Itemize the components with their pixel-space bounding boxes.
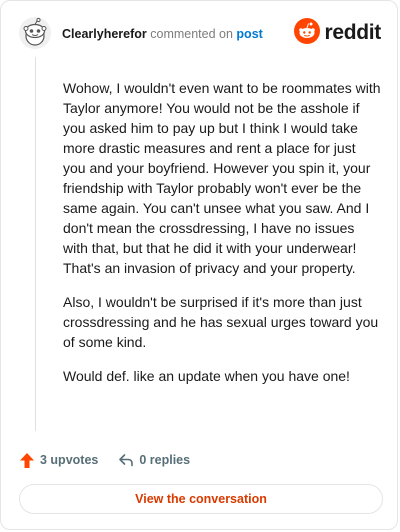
- comment-actions: 3 upvotes 0 replies: [19, 450, 190, 470]
- author-line: Clearlyherefor commented on post: [62, 26, 263, 42]
- upvotes-count: 3 upvotes: [40, 453, 99, 467]
- reddit-wordmark: reddit: [324, 21, 381, 44]
- replies-count: 0 replies: [139, 453, 191, 467]
- author-name[interactable]: Clearlyherefor: [62, 27, 147, 41]
- reply-arrow-icon: [118, 452, 134, 468]
- reddit-logo[interactable]: reddit: [294, 17, 381, 49]
- comment-paragraph-3: Would def. like an update when you have …: [63, 368, 350, 384]
- thread-line: [35, 57, 36, 431]
- upvote-arrow-icon: [19, 452, 35, 469]
- comment-paragraph-2: Also, I wouldn't be surprised if it's mo…: [63, 294, 379, 350]
- comment-body: Wohow, I wouldn't even want to be roomma…: [63, 78, 381, 400]
- replies-button[interactable]: 0 replies: [118, 452, 190, 468]
- upvotes-button[interactable]: 3 upvotes: [19, 452, 98, 469]
- reddit-logo-icon: [294, 17, 321, 49]
- commented-on-text: commented on: [150, 27, 233, 41]
- view-conversation-button[interactable]: View the conversation: [19, 484, 383, 514]
- post-link[interactable]: post: [236, 27, 262, 41]
- snoo-avatar-icon[interactable]: [19, 17, 51, 49]
- comment-header: Clearlyherefor commented on post reddit: [19, 17, 381, 51]
- comment-paragraph-1: Wohow, I wouldn't even want to be roomma…: [63, 80, 381, 276]
- comment-embed-card: Clearlyherefor commented on post reddit: [0, 0, 398, 530]
